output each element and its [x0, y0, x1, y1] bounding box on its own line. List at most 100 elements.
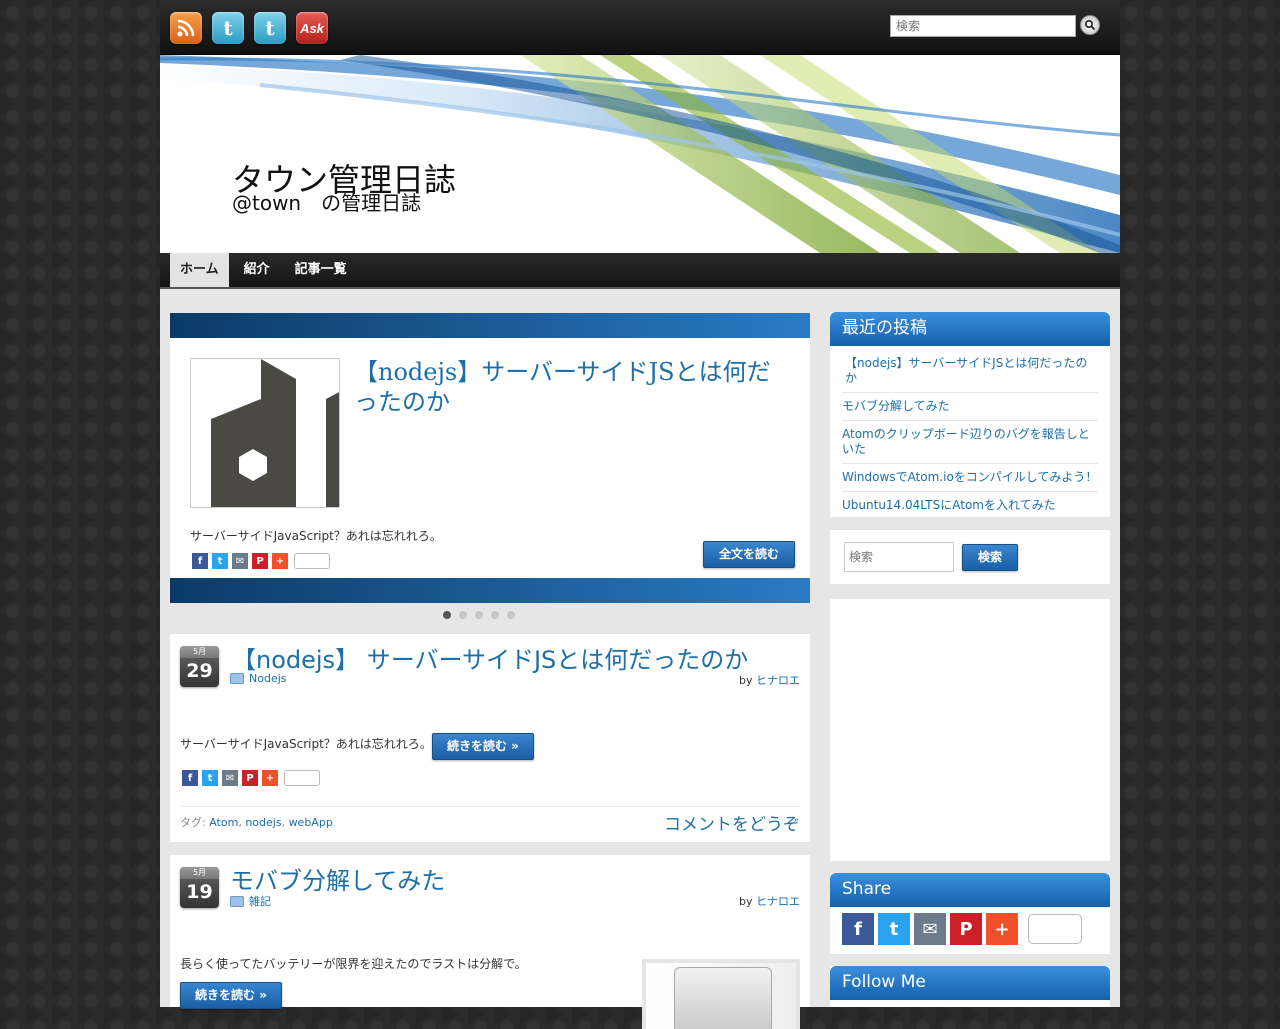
twitter-icon[interactable]: t [878, 913, 910, 945]
slide-read-more-button[interactable]: 全文を読む [703, 541, 795, 568]
rss-icon[interactable] [170, 12, 202, 44]
post-title[interactable]: モバブ分解してみた [230, 861, 445, 896]
post-tags: タグ: Atom, nodejs, webApp [180, 816, 333, 829]
nav-item-intro[interactable]: 紹介 [234, 253, 280, 287]
site-header: タウン管理日誌 @town の管理日誌 [160, 55, 1120, 253]
facebook-icon[interactable]: f [842, 913, 874, 945]
list-item: Atomのクリップボード辺りのバグを報告しといた [842, 421, 1098, 464]
post-category: Nodejs [230, 672, 287, 685]
tags-label: タグ: [180, 816, 206, 829]
pinterest-icon[interactable]: P [252, 553, 268, 569]
slide-excerpt: サーバーサイドJavaScript？あれは忘れれろ。 [190, 529, 442, 543]
slide-thumbnail[interactable] [190, 358, 340, 508]
share-widget: Share f t ✉ P + [830, 873, 1110, 954]
email-icon[interactable]: ✉ [222, 770, 238, 786]
author-link[interactable]: ヒナロエ [756, 674, 800, 687]
folder-icon [230, 895, 244, 907]
ask-icon[interactable]: Ask [296, 12, 328, 44]
list-item: Ubuntu14.04LTSにAtomを入れてみた [842, 492, 1098, 520]
email-icon[interactable]: ✉ [232, 553, 248, 569]
top-search-input[interactable] [890, 15, 1076, 37]
main-nav: ホーム 紹介 記事一覧 [160, 253, 1120, 289]
share-count [284, 770, 320, 786]
widget-title: 最近の投稿 [830, 312, 1110, 346]
twitter-icon[interactable]: t [212, 553, 228, 569]
recent-post-link[interactable]: 【nodejs】サーバーサイドJSとは何だったのか [845, 356, 1087, 385]
recent-post-link[interactable]: Atomのクリップボード辺りのバグを報告しといた [842, 427, 1090, 456]
pinterest-icon[interactable]: P [950, 913, 982, 945]
author-link[interactable]: ヒナロエ [756, 895, 800, 908]
slide-share-buttons: f t ✉ P + [192, 553, 330, 569]
featured-slider: 【nodejs】サーバーサイドJSとは何だったのか サーバーサイドJavaScr… [170, 313, 810, 603]
widget-title: Share [830, 873, 1110, 907]
plus-icon[interactable]: + [986, 913, 1018, 945]
search-widget: 検索 [830, 530, 1110, 584]
twitter-icon[interactable]: t [254, 12, 286, 44]
recent-posts-list: 【nodejs】サーバーサイドJSとは何だったのか モバブ分解してみた Atom… [830, 346, 1110, 526]
post-month: 5月 [180, 867, 219, 879]
site-description: @town の管理日誌 [232, 191, 422, 215]
post-title[interactable]: 【nodejs】 サーバーサイドJSとは何だったのか [232, 640, 748, 675]
search-input[interactable] [844, 542, 954, 572]
share-buttons: f t ✉ P + [830, 907, 1110, 951]
twitter-icon[interactable]: t [202, 770, 218, 786]
post-day: 19 [186, 881, 213, 903]
slider-bottom-band [170, 578, 810, 603]
folder-icon [230, 673, 244, 684]
read-more-button[interactable]: 続きを読む » [432, 733, 534, 760]
post-image[interactable] [642, 959, 800, 1029]
header-banner-graphic [160, 55, 1120, 253]
post-byline: by ヒナロエ [739, 672, 800, 688]
battery-image [674, 967, 772, 1029]
list-item: モバブ分解してみた [842, 393, 1098, 421]
list-item: WindowsでAtom.ioをコンパイルしてみよう！ [842, 464, 1098, 492]
slider-dot[interactable] [491, 611, 499, 619]
search-button[interactable]: 検索 [962, 543, 1018, 571]
ad-widget [830, 599, 1110, 861]
category-link[interactable]: 雑記 [249, 893, 271, 909]
facebook-icon[interactable]: f [192, 553, 208, 569]
plus-icon[interactable]: + [262, 770, 278, 786]
slider-dot[interactable] [459, 611, 467, 619]
slide-title[interactable]: 【nodejs】サーバーサイドJSとは何だったのか [354, 357, 784, 417]
share-count [1028, 914, 1082, 944]
search-icon[interactable] [1080, 15, 1100, 35]
pinterest-icon[interactable]: P [242, 770, 258, 786]
tag-link[interactable]: webApp [289, 816, 333, 829]
share-count [294, 553, 330, 569]
page-wrapper: t t Ask 検索 タウン管理日誌 @town の管理日誌 ホーム 紹介 記事… [160, 0, 1120, 1029]
twitter-icon[interactable]: t [212, 12, 244, 44]
ask-label: Ask [300, 20, 324, 36]
recent-post-link[interactable]: Ubuntu14.04LTSにAtomを入れてみた [842, 498, 1056, 512]
post-share-buttons: f t ✉ P + [182, 770, 320, 786]
comments-link[interactable]: コメントをどうぞ [664, 810, 800, 835]
post-date-badge: 5月 19 [180, 867, 219, 908]
post-byline: by ヒナロエ [739, 893, 800, 909]
recent-posts-widget: 最近の投稿 【nodejs】サーバーサイドJSとは何だったのか モバブ分解してみ… [830, 312, 1110, 520]
read-more-button[interactable]: 続きを読む » [180, 982, 282, 1009]
slider-dot[interactable] [507, 611, 515, 619]
nav-item-articles[interactable]: 記事一覧 [285, 253, 357, 287]
by-label: by [739, 674, 753, 687]
slider-pagination [443, 611, 515, 619]
email-icon[interactable]: ✉ [914, 913, 946, 945]
by-label: by [739, 895, 753, 908]
post-day: 29 [186, 660, 213, 682]
social-links: t t Ask [170, 12, 328, 44]
nodejs-logo-icon [211, 359, 339, 507]
slider-top-band [170, 313, 810, 338]
tag-link[interactable]: nodejs [245, 816, 281, 829]
category-link[interactable]: Nodejs [249, 672, 287, 685]
post-footer: タグ: Atom, nodejs, webApp コメントをどうぞ [180, 806, 800, 835]
recent-post-link[interactable]: WindowsでAtom.ioをコンパイルしてみよう！ [842, 470, 1097, 484]
recent-post-link[interactable]: モバブ分解してみた [842, 399, 950, 413]
slider-dot[interactable] [475, 611, 483, 619]
top-bar: t t Ask [160, 0, 1120, 55]
list-item: 【nodejs】サーバーサイドJSとは何だったのか [842, 350, 1098, 393]
nav-item-home[interactable]: ホーム [170, 253, 229, 287]
plus-icon[interactable]: + [272, 553, 288, 569]
slider-dot[interactable] [443, 611, 451, 619]
post-date-badge: 5月 29 [180, 646, 219, 687]
facebook-icon[interactable]: f [182, 770, 198, 786]
tag-link[interactable]: Atom [209, 816, 238, 829]
